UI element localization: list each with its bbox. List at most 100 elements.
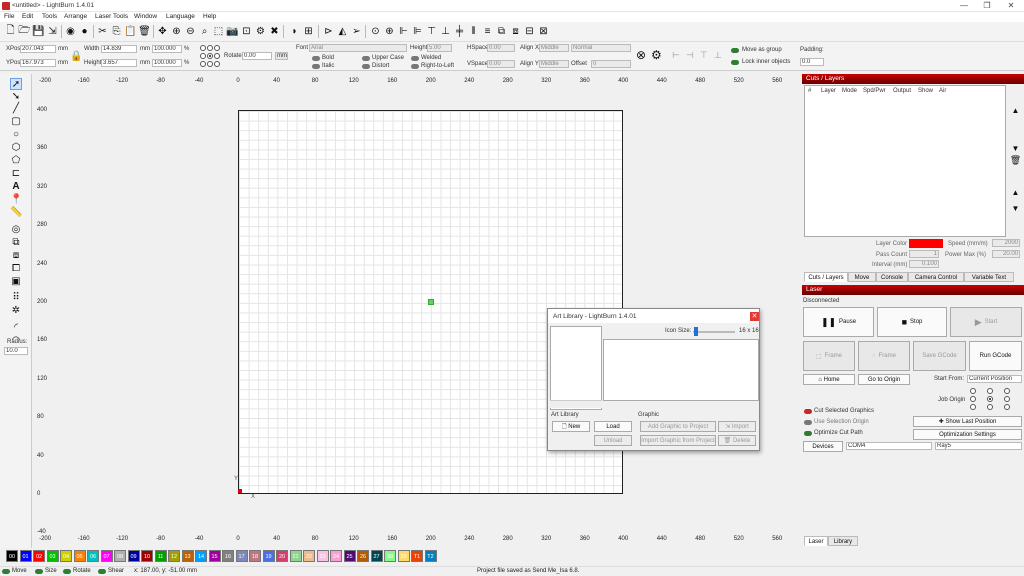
align-center-icon[interactable]: ╪ <box>453 25 466 38</box>
palette-swatch-09[interactable]: 09 <box>127 550 140 562</box>
menu-tools[interactable]: Tools <box>42 13 57 20</box>
clip-icon[interactable]: ◗ <box>288 25 301 38</box>
fillet-icon[interactable]: ◜ <box>10 322 22 334</box>
palette-swatch-19[interactable]: 19 <box>262 550 275 562</box>
device-select[interactable]: Ray5 <box>935 442 1022 450</box>
bold-toggle[interactable] <box>312 56 320 61</box>
align-right-icon[interactable]: ⊫ <box>411 25 424 38</box>
origin-mc[interactable] <box>987 396 993 402</box>
load-library-button[interactable]: Load <box>594 421 632 432</box>
circular-array-icon[interactable]: ✲ <box>10 305 22 317</box>
palette-swatch-24[interactable]: 24 <box>330 550 342 562</box>
font-height-field[interactable]: 5.00 <box>427 44 452 52</box>
scale-height-field[interactable]: 100.000 <box>152 59 182 67</box>
move-together-icon[interactable]: ⧉ <box>495 25 508 38</box>
menu-language[interactable]: Language <box>166 13 195 20</box>
zoom-in-icon[interactable]: ⊕ <box>170 25 183 38</box>
rectangle-tool-icon[interactable]: ▢ <box>10 116 22 128</box>
frame-button[interactable]: ⬚ Frame <box>803 341 855 371</box>
italic-toggle[interactable] <box>312 64 320 69</box>
origin-tc[interactable] <box>987 388 993 394</box>
distribute-v-icon[interactable]: ≡ <box>481 25 494 38</box>
menu-help[interactable]: Help <box>203 13 216 20</box>
palette-swatch-04[interactable]: 04 <box>60 550 72 562</box>
font-select[interactable]: Arial <box>309 44 407 52</box>
shape-tool-icon[interactable]: ⬠ <box>10 155 22 167</box>
size-toggle[interactable] <box>35 569 43 574</box>
position-tool-icon[interactable]: 📍 <box>10 194 22 206</box>
target-icon[interactable]: ⊕ <box>383 25 396 38</box>
align-bottom-icon[interactable]: ⊥ <box>439 25 452 38</box>
copy-icon[interactable]: ⎘ <box>110 25 123 38</box>
machine-icon[interactable]: ⚙ <box>651 48 662 62</box>
palette-swatch-27[interactable]: 27 <box>370 550 383 562</box>
unit-toggle-button[interactable]: mm <box>275 52 288 60</box>
offset-icon[interactable]: ⊞ <box>302 25 315 38</box>
palette-swatch-13[interactable]: 13 <box>181 550 194 562</box>
palette-swatch-00[interactable]: 00 <box>6 550 18 562</box>
power-max-field[interactable]: 20.00 <box>992 250 1020 258</box>
width-field[interactable]: 14.839 <box>101 45 137 53</box>
tab-camera-control[interactable]: Camera Control <box>908 272 964 282</box>
origin-tl[interactable] <box>970 388 976 394</box>
anchor-bl[interactable] <box>200 61 206 67</box>
welded-toggle[interactable] <box>411 56 419 61</box>
palette-swatch-23[interactable]: 23 <box>316 550 329 562</box>
layers-table[interactable] <box>804 85 1006 237</box>
same-size-icon[interactable]: ⧈ <box>509 25 522 38</box>
use-selection-origin-toggle[interactable] <box>804 420 812 425</box>
align-y-select[interactable]: Middle <box>539 60 569 68</box>
menu-edit[interactable]: Edit <box>22 13 33 20</box>
palette-swatch-02[interactable]: 02 <box>33 550 45 562</box>
move-as-group-toggle[interactable] <box>731 48 739 53</box>
trash-icon[interactable]: 🗑 <box>1009 154 1022 167</box>
layer-color-swatch[interactable] <box>909 239 943 248</box>
align-left-icon[interactable]: ⊩ <box>397 25 410 38</box>
close-window-button[interactable]: ✕ <box>1004 1 1018 10</box>
frame-selection-icon[interactable]: ⬚ <box>212 25 225 38</box>
origin-tr[interactable] <box>1004 388 1010 394</box>
new-library-button[interactable]: 🗋 New <box>552 421 590 432</box>
library-list[interactable] <box>550 326 602 410</box>
palette-swatch-07[interactable]: 07 <box>100 550 113 562</box>
mirror-icon[interactable]: ⊳ <box>322 25 335 38</box>
interval-field[interactable]: 0.100 <box>909 260 939 268</box>
tools-icon[interactable]: ✖ <box>268 25 281 38</box>
layer-up-icon[interactable]: ▲ <box>1009 104 1022 117</box>
library-scrollbar[interactable] <box>550 400 602 408</box>
anchor-tc[interactable] <box>207 45 213 51</box>
layer-down-2-icon[interactable]: ▼ <box>1009 202 1022 215</box>
minimize-button[interactable]: — <box>957 1 971 10</box>
lock-icon[interactable]: 🔒 <box>70 51 82 62</box>
vspace-field[interactable]: 0.00 <box>487 60 515 68</box>
palette-swatch-01[interactable]: 01 <box>19 550 32 562</box>
ellipse-tool-icon[interactable]: ○ <box>10 129 22 141</box>
origin-br[interactable] <box>1004 404 1010 410</box>
align-x-select[interactable]: Middle <box>539 44 569 52</box>
origin-bc[interactable] <box>987 404 993 410</box>
go-to-origin-button[interactable]: Go to Origin <box>858 374 910 385</box>
grid-array-icon[interactable]: ⠿ <box>10 292 22 304</box>
start-from-select[interactable]: Current Position <box>967 375 1022 383</box>
add-graphic-button[interactable]: Add Graphic to Project <box>640 421 716 432</box>
anchor-tr[interactable] <box>214 45 220 51</box>
tab-library[interactable]: Library <box>828 536 858 546</box>
edit-nodes-icon[interactable]: ➘ <box>10 91 22 103</box>
line-tool-icon[interactable]: ╱ <box>10 103 22 115</box>
unload-library-button[interactable]: Unload <box>594 435 632 446</box>
device-settings-icon[interactable]: ● <box>78 25 91 38</box>
ypos-field[interactable]: 167.973 <box>20 59 56 67</box>
dock-right-icon[interactable]: ⊤ <box>700 50 708 61</box>
flip-icon[interactable]: ⊗ <box>636 48 646 62</box>
pass-count-field[interactable]: 1 <box>909 250 939 258</box>
origin-ml[interactable] <box>970 396 976 402</box>
paste-icon[interactable]: 📋 <box>124 25 137 38</box>
stop-button[interactable]: ■ Stop <box>877 307 947 337</box>
rotate-field[interactable]: 0.00 <box>242 52 272 60</box>
start-button[interactable]: ▶ Start <box>950 307 1022 337</box>
zoom-page-icon[interactable]: ⌕ <box>198 25 211 38</box>
boolean-union-icon[interactable]: ◎ <box>10 224 22 236</box>
cut-icon[interactable]: ✂ <box>96 25 109 38</box>
rtl-toggle[interactable] <box>411 64 419 69</box>
anchor-mr[interactable] <box>214 53 220 59</box>
